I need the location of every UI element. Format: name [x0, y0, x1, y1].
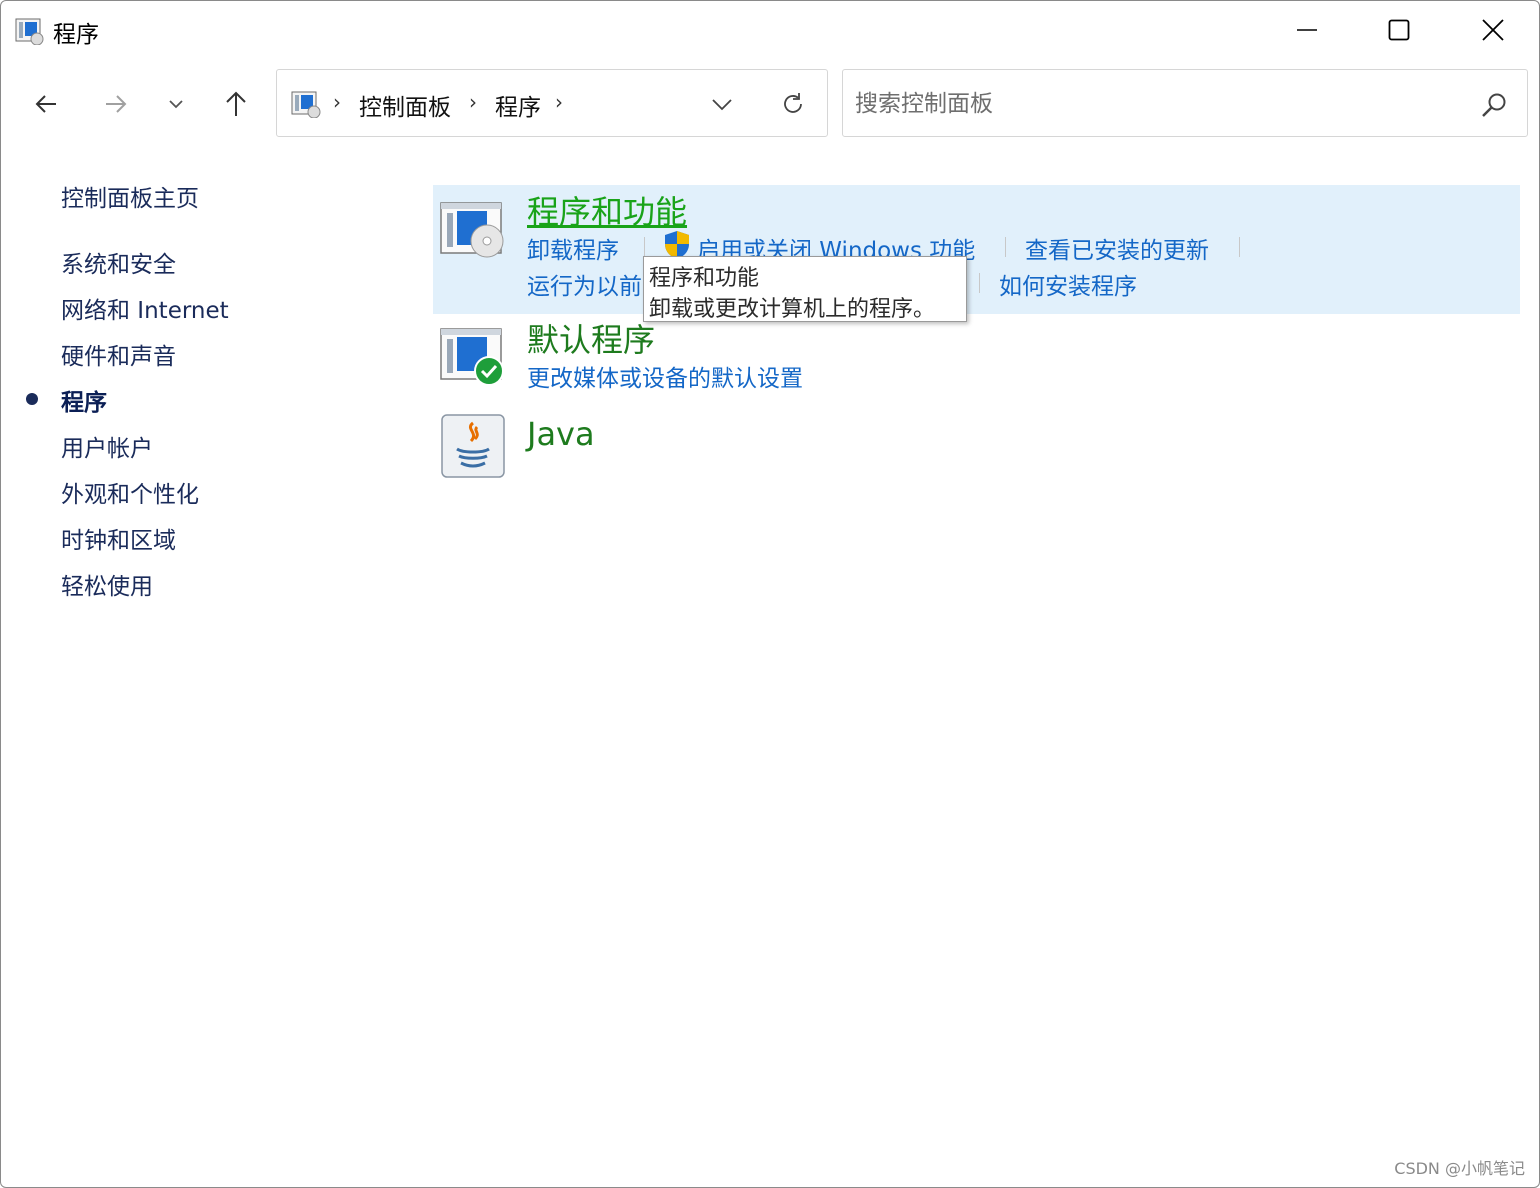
chevron-down-icon: [712, 99, 732, 111]
refresh-button[interactable]: [773, 86, 813, 122]
link-separator: [1005, 237, 1006, 257]
sidebar-item-network-internet[interactable]: 网络和 Internet: [61, 291, 229, 325]
link-uninstall-program[interactable]: 卸载程序: [527, 231, 619, 265]
link-change-default-settings[interactable]: 更改媒体或设备的默认设置: [527, 359, 803, 393]
sidebar-item-hardware-sound[interactable]: 硬件和声音: [61, 337, 176, 371]
chevron-down-icon: [169, 100, 183, 109]
tooltip: 程序和功能 卸载或更改计算机上的程序。: [643, 256, 967, 322]
sidebar-item-system-security[interactable]: 系统和安全: [61, 245, 176, 279]
java-icon[interactable]: [439, 411, 507, 479]
control-panel-window: 程序 › 控制面板 › 程序 › 搜索控制面板 控制面板主页 系统和安全 网络和…: [0, 0, 1540, 1188]
refresh-icon: [784, 93, 802, 113]
close-button[interactable]: [1447, 1, 1539, 59]
programs-features-icon[interactable]: [439, 197, 507, 265]
category-title-default-programs[interactable]: 默认程序: [527, 315, 655, 361]
sidebar-item-programs[interactable]: 程序: [61, 383, 107, 417]
tooltip-title: 程序和功能: [649, 266, 760, 291]
sidebar-item-clock-region[interactable]: 时钟和区域: [61, 521, 176, 555]
sidebar-item-user-accounts[interactable]: 用户帐户: [61, 429, 153, 463]
up-button[interactable]: [213, 81, 259, 127]
search-icon[interactable]: [1479, 90, 1509, 120]
minimize-button[interactable]: [1261, 1, 1353, 59]
arrow-left-icon: [35, 95, 56, 113]
arrow-right-icon: [106, 95, 127, 113]
address-bar[interactable]: › 控制面板 › 程序 ›: [276, 69, 828, 137]
search-input[interactable]: [853, 84, 1457, 124]
sidebar-home-link[interactable]: 控制面板主页: [61, 179, 199, 213]
forward-button[interactable]: [93, 81, 139, 127]
link-view-installed-updates[interactable]: 查看已安装的更新: [1025, 231, 1209, 265]
close-icon: [1482, 19, 1504, 41]
maximize-icon: [1388, 19, 1410, 41]
breadcrumb-programs[interactable]: 程序: [495, 88, 541, 122]
watermark: CSDN @小帆笔记: [1394, 1159, 1525, 1178]
sidebar-item-appearance[interactable]: 外观和个性化: [61, 475, 199, 509]
control-panel-icon: [291, 91, 321, 118]
default-programs-icon[interactable]: [439, 323, 507, 391]
minimize-icon: [1297, 29, 1317, 31]
address-history-dropdown[interactable]: [705, 86, 739, 122]
link-separator: [644, 237, 645, 257]
link-how-to-install[interactable]: 如何安装程序: [999, 267, 1137, 301]
recent-locations-button[interactable]: [153, 81, 199, 127]
chevron-right-icon[interactable]: ›: [333, 90, 341, 114]
category-title-java[interactable]: Java: [527, 415, 595, 453]
title-bar: 程序: [1, 1, 1539, 59]
window-title: 程序: [53, 22, 99, 48]
arrow-up-icon: [226, 91, 246, 116]
back-button[interactable]: [23, 81, 69, 127]
sidebar-item-ease-of-access[interactable]: 轻松使用: [61, 567, 153, 601]
chevron-right-icon[interactable]: ›: [469, 90, 477, 114]
maximize-button[interactable]: [1353, 1, 1445, 59]
chevron-right-icon[interactable]: ›: [555, 90, 563, 114]
breadcrumb-control-panel[interactable]: 控制面板: [359, 88, 451, 122]
search-box[interactable]: [842, 69, 1528, 137]
tooltip-description: 卸载或更改计算机上的程序。: [649, 297, 936, 322]
category-title-programs-features[interactable]: 程序和功能: [527, 187, 687, 233]
control-panel-icon: [15, 18, 44, 45]
link-separator: [1239, 237, 1240, 257]
current-item-bullet: [26, 393, 38, 405]
link-run-older-programs[interactable]: 运行为以前: [527, 267, 642, 301]
link-separator: [979, 273, 980, 293]
